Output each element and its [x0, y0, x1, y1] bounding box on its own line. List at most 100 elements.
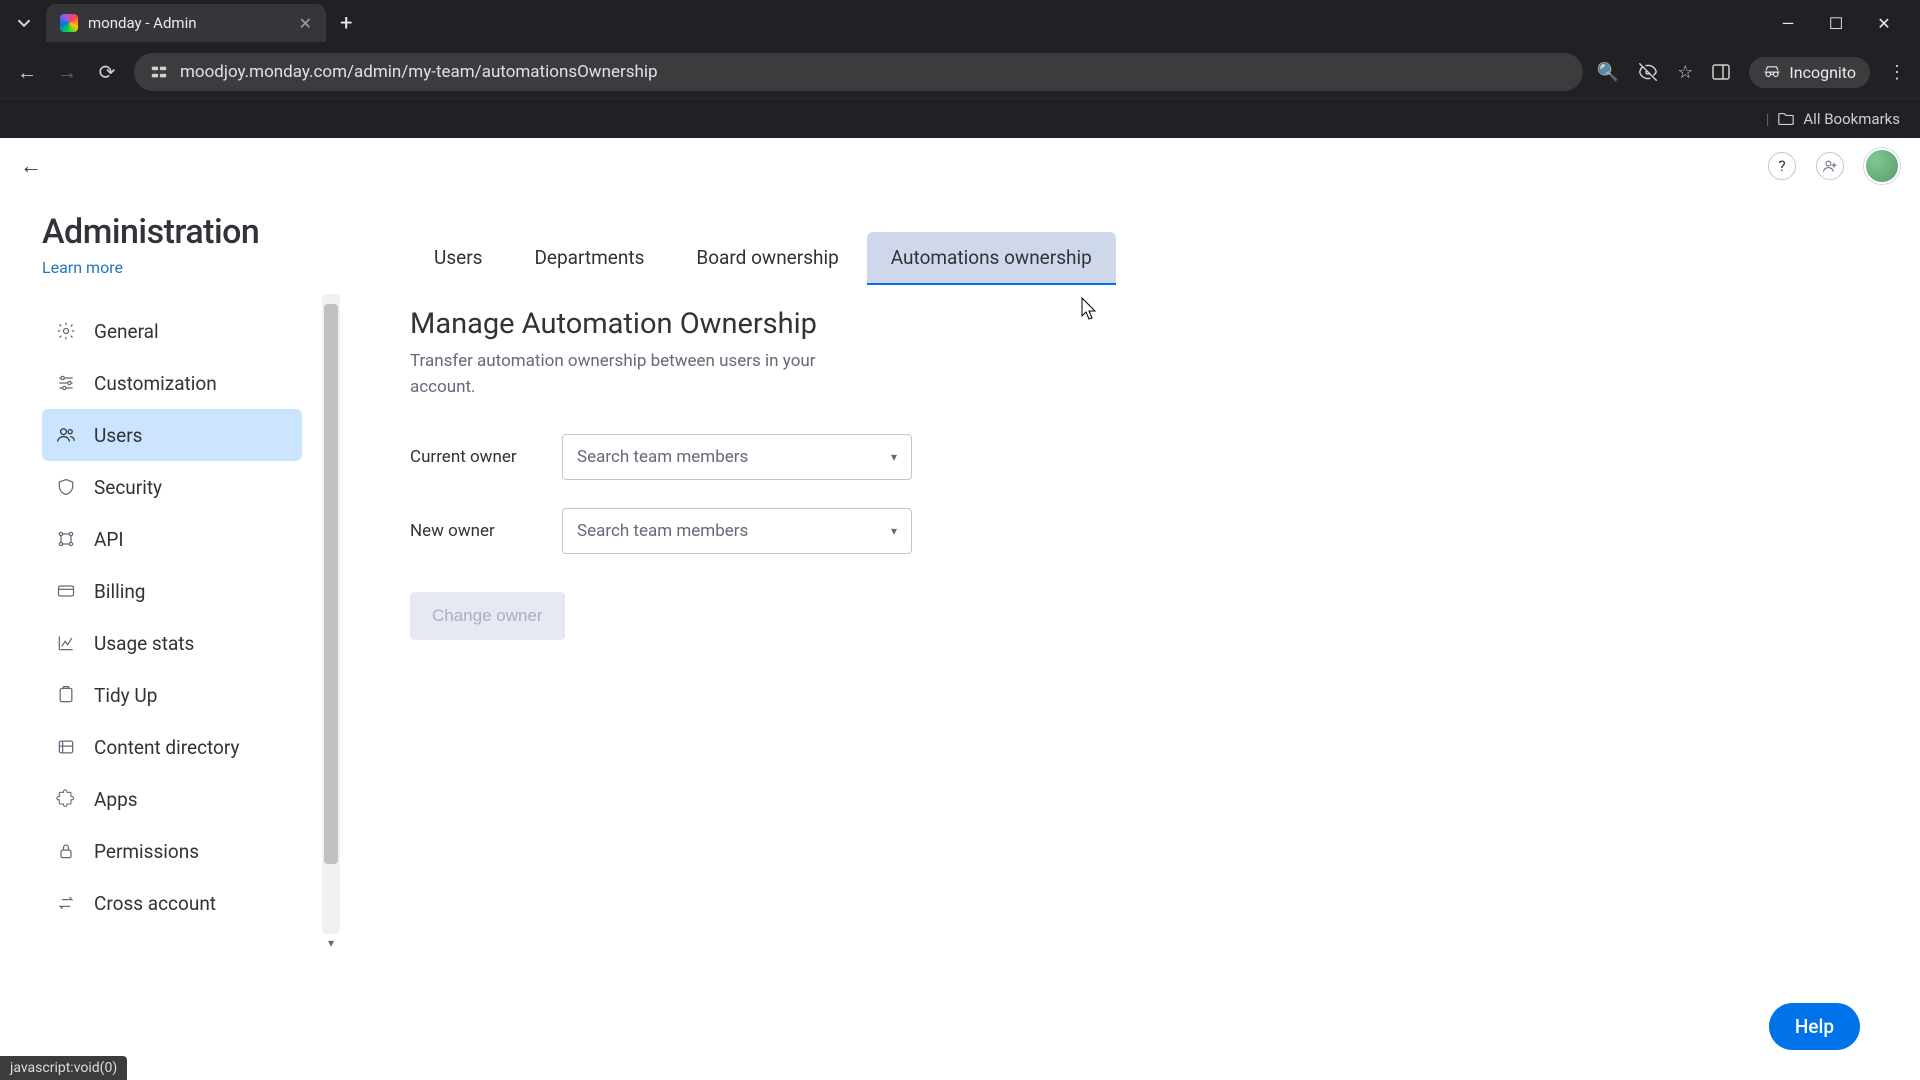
- broom-icon: [54, 683, 78, 707]
- kebab-menu-icon[interactable]: ⋮: [1888, 62, 1906, 83]
- site-settings-icon[interactable]: [150, 63, 168, 81]
- eye-off-icon[interactable]: [1637, 61, 1659, 83]
- select-placeholder: Search team members: [577, 447, 748, 467]
- tab-departments[interactable]: Departments: [510, 232, 668, 285]
- sidebar-item-billing[interactable]: Billing: [42, 565, 302, 617]
- folder-icon: [54, 735, 78, 759]
- window-controls: — ☐ ✕: [1778, 14, 1912, 33]
- sidebar-item-label: Cross account: [94, 892, 216, 915]
- status-bar: javascript:void(0): [0, 1056, 127, 1080]
- tab-search-dropdown[interactable]: [8, 7, 40, 39]
- puzzle-icon: [54, 787, 78, 811]
- gear-icon: [54, 319, 78, 343]
- app-back-button[interactable]: ←: [20, 153, 42, 179]
- admin-sidebar: Administration Learn more ▴ ▾ General Cu…: [0, 194, 340, 1080]
- close-tab-icon[interactable]: ✕: [299, 14, 312, 33]
- chart-icon: [54, 631, 78, 655]
- incognito-badge[interactable]: Incognito: [1749, 57, 1870, 88]
- select-placeholder: Search team members: [577, 521, 748, 541]
- back-button[interactable]: ←: [14, 60, 40, 85]
- scrollbar-thumb[interactable]: [324, 304, 338, 864]
- tab-board-ownership[interactable]: Board ownership: [672, 232, 862, 285]
- sidebar-list: General Customization Users Security API: [42, 305, 320, 929]
- side-panel-icon[interactable]: [1711, 62, 1731, 82]
- folder-icon: [1777, 110, 1795, 128]
- reload-button[interactable]: ⟳: [94, 60, 120, 84]
- scroll-down-arrow[interactable]: ▾: [322, 936, 340, 954]
- chevron-down-icon: [17, 16, 31, 30]
- app-top-bar: ← ?: [0, 138, 1920, 194]
- content-panel: Users Departments Board ownership Automa…: [380, 212, 1880, 660]
- learn-more-link[interactable]: Learn more: [42, 258, 123, 277]
- forward-button: →: [54, 60, 80, 85]
- sidebar-item-label: Customization: [94, 372, 217, 395]
- sidebar-item-apps[interactable]: Apps: [42, 773, 302, 825]
- sidebar-item-label: Apps: [94, 788, 138, 811]
- address-right-icons: 🔍 ☆ Incognito ⋮: [1597, 57, 1906, 88]
- chevron-down-icon: ▾: [891, 450, 897, 464]
- sidebar-item-usage-stats[interactable]: Usage stats: [42, 617, 302, 669]
- users-icon: [54, 423, 78, 447]
- change-owner-button[interactable]: Change owner: [410, 592, 565, 640]
- maximize-button[interactable]: ☐: [1826, 14, 1846, 33]
- new-owner-select[interactable]: Search team members ▾: [562, 508, 912, 554]
- incognito-icon: [1763, 63, 1781, 81]
- chevron-down-icon: ▾: [891, 524, 897, 538]
- sidebar-title: Administration: [42, 212, 320, 252]
- user-avatar[interactable]: [1864, 148, 1900, 184]
- app-top-right: ?: [1768, 148, 1900, 184]
- tab-users[interactable]: Users: [410, 232, 506, 285]
- browser-tab[interactable]: monday - Admin ✕: [46, 4, 326, 42]
- sidebar-item-label: Usage stats: [94, 632, 194, 655]
- tab-title: monday - Admin: [88, 14, 289, 32]
- section-description: Transfer automation ownership between us…: [410, 349, 840, 400]
- current-owner-row: Current owner Search team members ▾: [410, 434, 1850, 480]
- sidebar-item-label: API: [94, 528, 124, 551]
- monday-favicon: [60, 14, 78, 32]
- help-icon[interactable]: ?: [1768, 152, 1796, 180]
- app-root: ← ? Administration Learn more ▴ ▾ Genera…: [0, 138, 1920, 1080]
- sidebar-item-label: General: [94, 320, 159, 343]
- minimize-button[interactable]: —: [1778, 14, 1798, 33]
- main-content: Users Departments Board ownership Automa…: [340, 194, 1920, 1080]
- close-window-button[interactable]: ✕: [1874, 14, 1894, 33]
- current-owner-label: Current owner: [410, 447, 540, 467]
- sidebar-item-security[interactable]: Security: [42, 461, 302, 513]
- tab-automations-ownership[interactable]: Automations ownership: [867, 232, 1116, 285]
- sidebar-item-label: Billing: [94, 580, 145, 603]
- sidebar-item-content-directory[interactable]: Content directory: [42, 721, 302, 773]
- sidebar-item-label: Users: [94, 424, 142, 447]
- sidebar-item-tidy-up[interactable]: Tidy Up: [42, 669, 302, 721]
- incognito-label: Incognito: [1789, 63, 1856, 82]
- tabs-row: Users Departments Board ownership Automa…: [410, 232, 1850, 285]
- sidebar-item-general[interactable]: General: [42, 305, 302, 357]
- lock-icon: [54, 839, 78, 863]
- sidebar-item-label: Security: [94, 476, 162, 499]
- invite-icon[interactable]: [1816, 152, 1844, 180]
- url-text: moodjoy.monday.com/admin/my-team/automat…: [180, 62, 658, 82]
- new-tab-button[interactable]: +: [340, 11, 352, 36]
- sidebar-item-users[interactable]: Users: [42, 409, 302, 461]
- sidebar-item-customization[interactable]: Customization: [42, 357, 302, 409]
- app-body: Administration Learn more ▴ ▾ General Cu…: [0, 194, 1920, 1080]
- current-owner-select[interactable]: Search team members ▾: [562, 434, 912, 480]
- sidebar-item-api[interactable]: API: [42, 513, 302, 565]
- api-icon: [54, 527, 78, 551]
- sliders-icon: [54, 371, 78, 395]
- help-button[interactable]: Help: [1769, 1003, 1860, 1050]
- switch-icon: [54, 891, 78, 915]
- card-icon: [54, 579, 78, 603]
- address-row: ← → ⟳ moodjoy.monday.com/admin/my-team/a…: [0, 46, 1920, 98]
- sidebar-item-label: Permissions: [94, 840, 199, 863]
- section-title: Manage Automation Ownership: [410, 307, 1850, 341]
- address-bar[interactable]: moodjoy.monday.com/admin/my-team/automat…: [134, 53, 1583, 91]
- sidebar-item-cross-account[interactable]: Cross account: [42, 877, 302, 929]
- sidebar-item-permissions[interactable]: Permissions: [42, 825, 302, 877]
- search-icon[interactable]: 🔍: [1597, 62, 1619, 83]
- tab-strip: monday - Admin ✕ + — ☐ ✕: [0, 0, 1920, 46]
- sidebar-item-label: Content directory: [94, 736, 240, 759]
- sidebar-item-label: Tidy Up: [94, 684, 157, 707]
- all-bookmarks-link[interactable]: All Bookmarks: [1803, 110, 1900, 128]
- bookmark-star-icon[interactable]: ☆: [1677, 62, 1693, 83]
- shield-icon: [54, 475, 78, 499]
